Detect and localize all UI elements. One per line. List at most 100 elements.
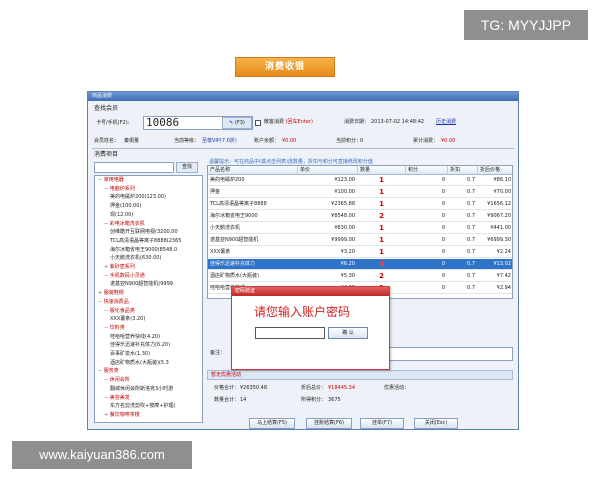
- hold-order-button[interactable]: 挂单(F7): [360, 418, 404, 429]
- tree-node[interactable]: − 美容美发: [104, 395, 130, 401]
- table-cell-qty: 1: [379, 236, 384, 244]
- anonymous-checkbox[interactable]: [255, 120, 261, 126]
- tree-node[interactable]: − 快速消费品: [98, 298, 129, 305]
- tree-node[interactable]: 海尔冰箱省电王9000(8548.0: [110, 247, 177, 253]
- table-cell-price: ¥123.00: [334, 177, 355, 183]
- tree-node[interactable]: TCL高清语晶等离子8888(2365: [110, 237, 182, 244]
- item-search-input[interactable]: [94, 162, 174, 173]
- table-row[interactable]: 押金 ¥100.00 1 0 0.7 ¥70.00: [208, 187, 512, 198]
- confirm-button[interactable]: 确 认: [328, 327, 368, 339]
- tree-node-label: 诺基亚N900超智能机(9999: [110, 281, 173, 288]
- tree-node[interactable]: + 紫砂壶系列: [104, 265, 135, 270]
- tree-node[interactable]: + 餐饮咖啡茶楼: [104, 411, 140, 418]
- tree-node-label: TCL高清语晶等离子8888(2365: [110, 237, 182, 244]
- balance-label: 账户余额：: [254, 138, 280, 144]
- tree-node-label: 紫砂壶系列: [109, 264, 135, 270]
- table-cell-discount: 0.7: [467, 177, 475, 183]
- table-row[interactable]: 海尔冰箱省电王9000 ¥8548.00 2 0 0.7 ¥9067.20: [208, 211, 512, 222]
- password-input[interactable]: [255, 327, 325, 339]
- table-row[interactable]: 佳得乐迅速补充体力 ¥6.20 3 0 0.7 ¥13.02: [208, 259, 512, 270]
- tree-node[interactable]: − 休闲会所: [104, 378, 130, 383]
- tree-node[interactable]: 百事矿泉水(1.30): [110, 352, 150, 357]
- divider: [92, 148, 514, 149]
- table-cell-discount: 0.7: [467, 237, 475, 243]
- table-row[interactable]: 小天鹅洗衣机 ¥630.00 1 0 0.7 ¥441.00: [208, 223, 512, 234]
- settle-button[interactable]: 马上结算(F5): [249, 418, 295, 429]
- search-button[interactable]: 查找: [176, 162, 198, 173]
- tree-node[interactable]: 酒店矿物质水(大瓶装)(5.3: [110, 360, 169, 366]
- tree-node[interactable]: − 电脑炉系列: [104, 185, 135, 192]
- table-cell-points: 0: [441, 189, 445, 195]
- table-cell-name: XXX薯条: [210, 249, 231, 255]
- table-row[interactable]: XXX薯条 ¥3.20 1 0 0.7 ¥2.24: [208, 247, 512, 258]
- total-value: ¥0.00: [441, 138, 456, 144]
- column-header[interactable]: 数量: [358, 166, 406, 175]
- tree-node-label: 快速消费品: [103, 298, 129, 305]
- tree-node[interactable]: 美的电磁炉200(123.00): [110, 195, 166, 200]
- credit-settle-button[interactable]: 挂账结算(F6): [306, 418, 352, 429]
- table-cell-discount: 0.7: [467, 261, 475, 267]
- f3-button[interactable]: ✎ (F3): [222, 117, 252, 129]
- cart-table[interactable]: 产品名称 单价 数量 积分 折扣 折后价格 美的电磁炉200 ¥123.00 1 0 0.7 ¥86.…: [207, 165, 513, 299]
- tree-node[interactable]: XXX薯条(3.20): [110, 317, 145, 322]
- tree-node[interactable]: 诺基亚N900超智能机(9999: [110, 282, 173, 287]
- points-value: 0: [360, 138, 364, 144]
- tree-node[interactable]: − 饮料类: [104, 324, 125, 331]
- table-cell-price: ¥3.20: [340, 249, 355, 255]
- column-header[interactable]: 折扣: [448, 166, 478, 175]
- column-header[interactable]: 单价: [298, 166, 358, 175]
- tree-node[interactable]: 翻城休闲会所斯洛克3小时游: [110, 386, 173, 392]
- tree-node-label: 东方名剪洗剪吹+按摩+护理(: [110, 403, 176, 410]
- item-tree[interactable]: − 家用电器 − 电脑炉系列美的电磁炉200(123.00) 押金(100.00) 现…: [94, 175, 203, 423]
- table-cell-name: 诺基亚N900超智能机: [210, 237, 259, 243]
- table-cell-qty: 1: [379, 224, 384, 232]
- tree-node-label: 餐饮咖啡茶楼: [109, 411, 140, 418]
- table-cell-final: ¥9067.20: [487, 213, 511, 219]
- close-button[interactable]: 关闭(Esc): [414, 418, 458, 429]
- tree-node[interactable]: 小天鹅洗衣机(630.00): [110, 256, 161, 261]
- table-cell-discount: 0.7: [467, 249, 475, 255]
- tree-node[interactable]: 佳得乐迅速补充体力(6.20): [110, 343, 170, 348]
- level-value: 至尊VIP(7.0折): [202, 138, 237, 144]
- dialog-title: 密码验证: [232, 287, 389, 296]
- table-row[interactable]: 美的电磁炉200 ¥123.00 1 0 0.7 ¥86.10: [208, 175, 512, 186]
- table-cell-final: ¥2.94: [496, 285, 511, 291]
- table-cell-price: ¥8548.00: [331, 213, 355, 219]
- tree-node-label: 家用电器: [103, 177, 124, 183]
- earned-points-label: 所得积分：: [301, 397, 327, 403]
- table-cell-name: 美的电磁炉200: [210, 177, 245, 183]
- tree-node[interactable]: 创维酷开互联网电视(3200.00: [110, 230, 178, 235]
- tree-node[interactable]: − 服务类: [98, 369, 119, 374]
- tree-node-label: 佳得乐迅速补充体力(6.20): [110, 342, 171, 349]
- tree-node[interactable]: 东方名剪洗剪吹+按摩+护理(: [110, 404, 175, 409]
- history-link[interactable]: 历史消费: [436, 120, 456, 125]
- tree-node[interactable]: + 服装鞋帽: [98, 291, 124, 296]
- tree-node-label: 电脑炉系列: [109, 185, 135, 192]
- tree-node[interactable]: − 服化食品类: [104, 307, 135, 314]
- table-cell-qty: 1: [379, 176, 384, 184]
- table-row[interactable]: TCL高清语晶等离子8888 ¥2365.88 1 0 0.7 ¥1656.12: [208, 199, 512, 210]
- column-header[interactable]: 积分: [406, 166, 448, 175]
- column-header[interactable]: 折后价格: [478, 166, 512, 175]
- tree-node[interactable]: 现(12.00): [110, 212, 133, 218]
- column-header[interactable]: 产品名称: [208, 166, 298, 175]
- watermark-top: TG: MYYJJPP: [464, 10, 588, 40]
- window-title: 商品消费: [88, 92, 518, 101]
- member-name-label: 会员姓名：: [94, 138, 120, 144]
- points-label: 当前积分：: [336, 138, 362, 144]
- tree-node-label: 彩电冰箱洗衣机: [109, 220, 145, 227]
- tree-node-label: 饮料类: [109, 324, 125, 331]
- table-cell-points: 0: [441, 201, 445, 207]
- tree-node[interactable]: 哇哈哈营养快线(4.20): [110, 334, 160, 340]
- tree-node[interactable]: − 彩电冰箱洗衣机: [104, 220, 145, 227]
- watermark-bottom: www.kaiyuan386.com: [12, 441, 192, 469]
- table-row[interactable]: 诺基亚N900超智能机 ¥9999.00 1 0 0.7 ¥6999.30: [208, 235, 512, 246]
- table-row[interactable]: 酒店矿物质水(大瓶装) ¥5.30 2 0 0.7 ¥7.42: [208, 271, 512, 282]
- table-cell-discount: 0.7: [467, 213, 475, 219]
- tree-node-label: 服化食品类: [109, 307, 135, 314]
- tree-node[interactable]: − 手机数码小灵通: [104, 273, 145, 279]
- tree-node[interactable]: 押金(100.00): [110, 204, 141, 209]
- table-cell-discount: 0.7: [467, 273, 475, 279]
- table-cell-name: 佳得乐迅速补充体力: [210, 261, 256, 267]
- tree-node[interactable]: − 家用电器: [98, 178, 124, 183]
